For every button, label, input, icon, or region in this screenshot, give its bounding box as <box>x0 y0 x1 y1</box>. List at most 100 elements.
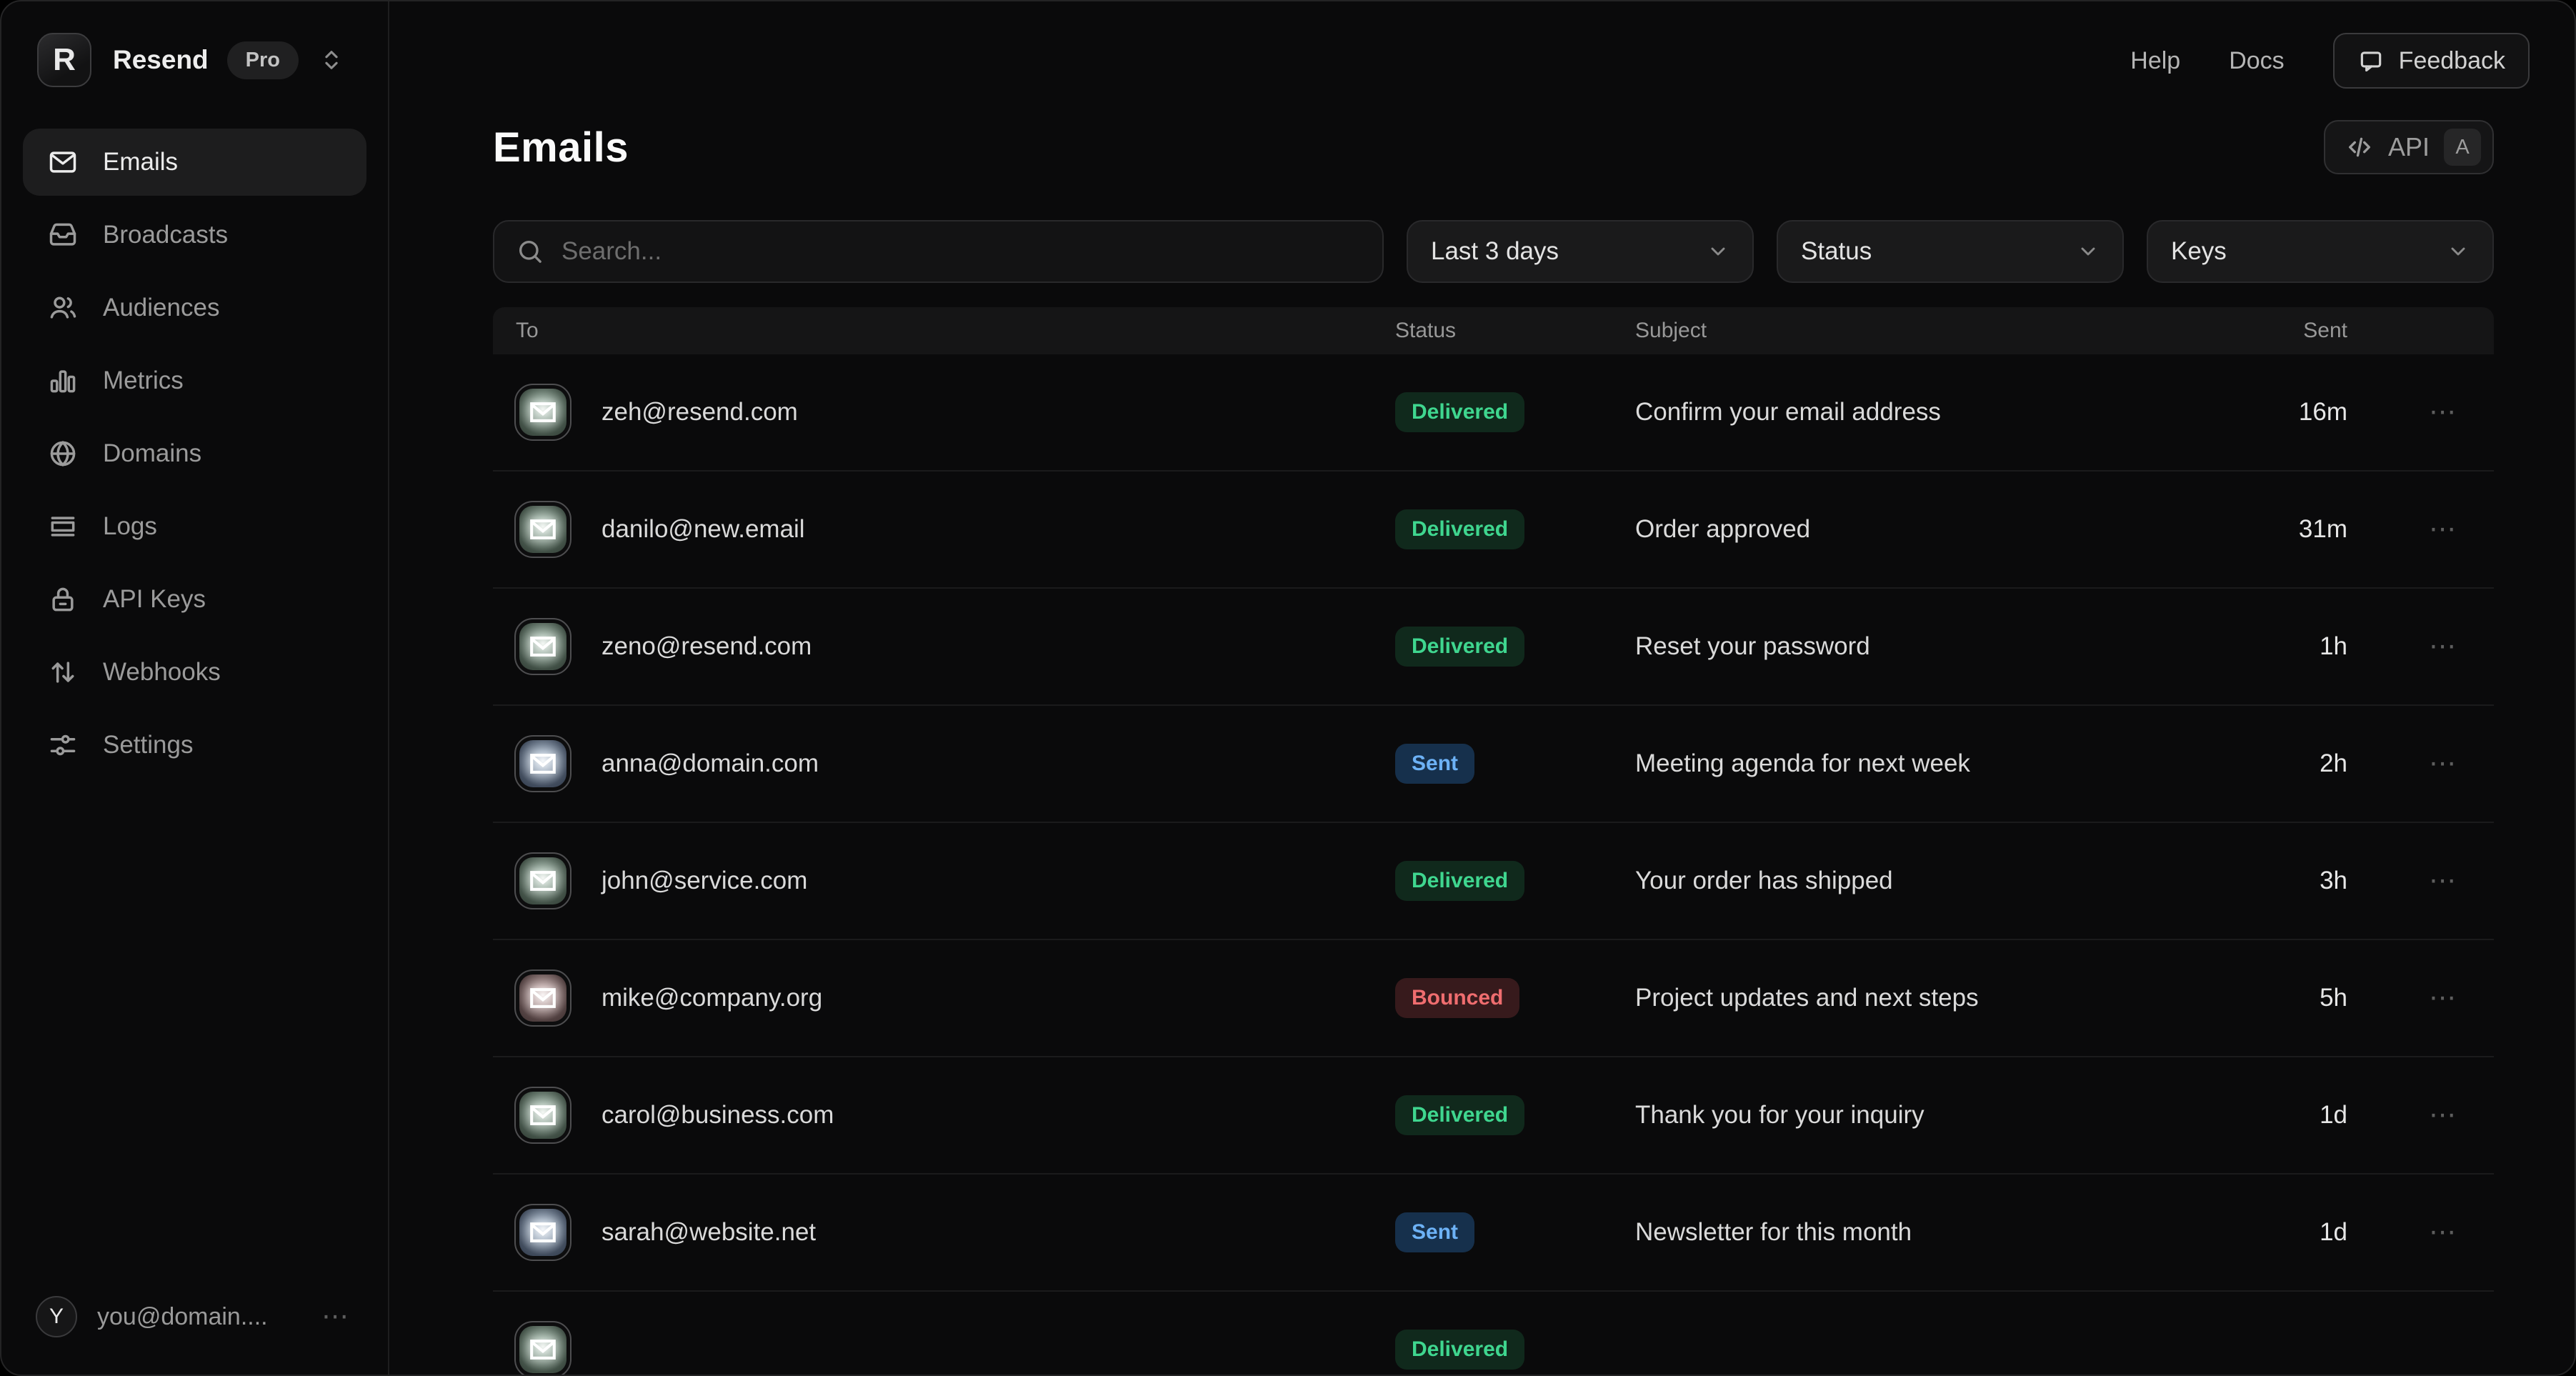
main-content: Help Docs Feedback Emails API A <box>389 1 2576 1375</box>
bar-chart-icon <box>47 365 79 397</box>
row-menu-button[interactable]: ⋯ <box>2429 397 2460 427</box>
sent-time: 3h <box>2219 867 2347 895</box>
sidebar-item-domains[interactable]: Domains <box>23 420 366 487</box>
email-subject: Newsletter for this month <box>1635 1218 2219 1247</box>
table-row[interactable]: mike@company.org Bounced Project updates… <box>493 940 2494 1057</box>
envelope-icon <box>529 753 556 774</box>
row-menu-button[interactable]: ⋯ <box>2429 866 2460 896</box>
email-avatar-icon <box>514 1087 571 1144</box>
table-row[interactable]: john@service.com Delivered Your order ha… <box>493 823 2494 940</box>
table-row[interactable]: anna@domain.com Sent Meeting agenda for … <box>493 706 2494 823</box>
email-subject: Order approved <box>1635 515 2219 544</box>
recipient-email: danilo@new.email <box>601 515 805 544</box>
email-avatar-icon <box>514 735 571 792</box>
globe-icon <box>47 438 79 469</box>
email-avatar-icon <box>514 969 571 1027</box>
shortcut-key-badge: A <box>2444 129 2481 166</box>
sidebar-item-webhooks[interactable]: Webhooks <box>23 639 366 706</box>
envelope-icon <box>529 870 556 892</box>
user-menu-button[interactable]: ⋯ <box>321 1303 352 1330</box>
feedback-button[interactable]: Feedback <box>2333 33 2530 89</box>
sidebar-item-logs[interactable]: Logs <box>23 493 366 560</box>
table-row[interactable]: zeno@resend.com Delivered Reset your pas… <box>493 589 2494 706</box>
recipient-email: anna@domain.com <box>601 749 819 778</box>
sidebar-item-metrics[interactable]: Metrics <box>23 347 366 414</box>
row-menu-button[interactable]: ⋯ <box>2429 983 2460 1013</box>
sent-time: 16m <box>2219 398 2347 427</box>
sidebar-item-settings[interactable]: Settings <box>23 712 366 779</box>
status-badge: Delivered <box>1395 627 1524 667</box>
table-row[interactable]: zeh@resend.com Delivered Confirm your em… <box>493 354 2494 472</box>
search-box <box>493 220 1384 283</box>
sent-time: 1h <box>2219 632 2347 661</box>
recipient-email: john@service.com <box>601 867 807 895</box>
sent-time: 1d <box>2219 1101 2347 1130</box>
email-subject: Your order has shipped <box>1635 867 2219 895</box>
arrows-up-down-icon <box>47 657 79 688</box>
filters-row: Last 3 days Status Keys <box>493 220 2494 283</box>
docs-link[interactable]: Docs <box>2229 47 2284 75</box>
date-range-dropdown[interactable]: Last 3 days <box>1407 220 1754 283</box>
api-button[interactable]: API A <box>2324 120 2494 174</box>
sidebar: R Resend Pro Emails Broadcasts Audiences… <box>1 1 389 1375</box>
column-header-subject: Subject <box>1635 319 2219 343</box>
speech-bubble-icon <box>2357 47 2385 74</box>
email-avatar-icon <box>514 501 571 558</box>
keys-value: Keys <box>2171 237 2227 266</box>
status-badge: Sent <box>1395 1212 1474 1252</box>
app-window: R Resend Pro Emails Broadcasts Audiences… <box>0 0 2576 1376</box>
status-badge: Delivered <box>1395 861 1524 901</box>
table-row[interactable]: Delivered <box>493 1292 2494 1376</box>
envelope-icon <box>529 1222 556 1243</box>
row-menu-button[interactable]: ⋯ <box>2429 514 2460 544</box>
chevrons-up-down-icon[interactable] <box>319 48 344 72</box>
keys-dropdown[interactable]: Keys <box>2147 220 2494 283</box>
help-link[interactable]: Help <box>2130 47 2180 75</box>
column-header-status: Status <box>1395 319 1635 343</box>
row-menu-button[interactable]: ⋯ <box>2429 632 2460 662</box>
sidebar-nav: Emails Broadcasts Audiences Metrics Doma… <box>1 129 388 784</box>
envelope-icon <box>529 987 556 1009</box>
workspace-switcher[interactable]: R Resend Pro <box>1 33 388 87</box>
row-menu-button[interactable]: ⋯ <box>2429 1217 2460 1247</box>
resend-logo-icon: R <box>37 33 91 87</box>
row-menu-button[interactable]: ⋯ <box>2429 749 2460 779</box>
email-avatar-icon <box>514 618 571 675</box>
status-badge: Delivered <box>1395 392 1524 432</box>
envelope-icon <box>529 636 556 657</box>
sidebar-item-broadcasts[interactable]: Broadcasts <box>23 201 366 269</box>
envelope-icon <box>529 402 556 423</box>
recipient-email: carol@business.com <box>601 1101 834 1130</box>
table-body: zeh@resend.com Delivered Confirm your em… <box>493 354 2494 1376</box>
user-account-row[interactable]: Y you@domain.... ⋯ <box>1 1296 388 1375</box>
envelope-icon <box>47 146 79 178</box>
table-header: To Status Subject Sent <box>493 307 2494 354</box>
sent-time: 1d <box>2219 1218 2347 1247</box>
status-dropdown[interactable]: Status <box>1777 220 2124 283</box>
page-header: Emails API A <box>493 120 2494 174</box>
table-row[interactable]: sarah@website.net Sent Newsletter for th… <box>493 1175 2494 1292</box>
status-badge: Delivered <box>1395 1095 1524 1135</box>
email-subject: Confirm your email address <box>1635 398 2219 427</box>
sidebar-item-api-keys[interactable]: API Keys <box>23 566 366 633</box>
users-icon <box>47 292 79 324</box>
chevron-down-icon <box>2447 240 2470 263</box>
search-input[interactable] <box>561 237 1361 266</box>
plan-badge: Pro <box>227 41 299 79</box>
status-badge: Sent <box>1395 744 1474 784</box>
recipient-email: zeno@resend.com <box>601 632 812 661</box>
table-row[interactable]: danilo@new.email Delivered Order approve… <box>493 472 2494 589</box>
sidebar-item-audiences[interactable]: Audiences <box>23 274 366 341</box>
sent-time: 5h <box>2219 984 2347 1012</box>
feedback-label: Feedback <box>2399 47 2505 75</box>
emails-table: To Status Subject Sent zeh@resend.com De… <box>493 307 2494 1376</box>
email-subject: Project updates and next steps <box>1635 984 2219 1012</box>
row-menu-button[interactable]: ⋯ <box>2429 1100 2460 1130</box>
recipient-email: mike@company.org <box>601 984 822 1012</box>
sidebar-item-emails[interactable]: Emails <box>23 129 366 196</box>
inbox-icon <box>47 219 79 251</box>
table-row[interactable]: carol@business.com Delivered Thank you f… <box>493 1057 2494 1175</box>
search-icon <box>516 237 544 266</box>
avatar: Y <box>36 1296 77 1337</box>
sent-time: 2h <box>2219 749 2347 778</box>
